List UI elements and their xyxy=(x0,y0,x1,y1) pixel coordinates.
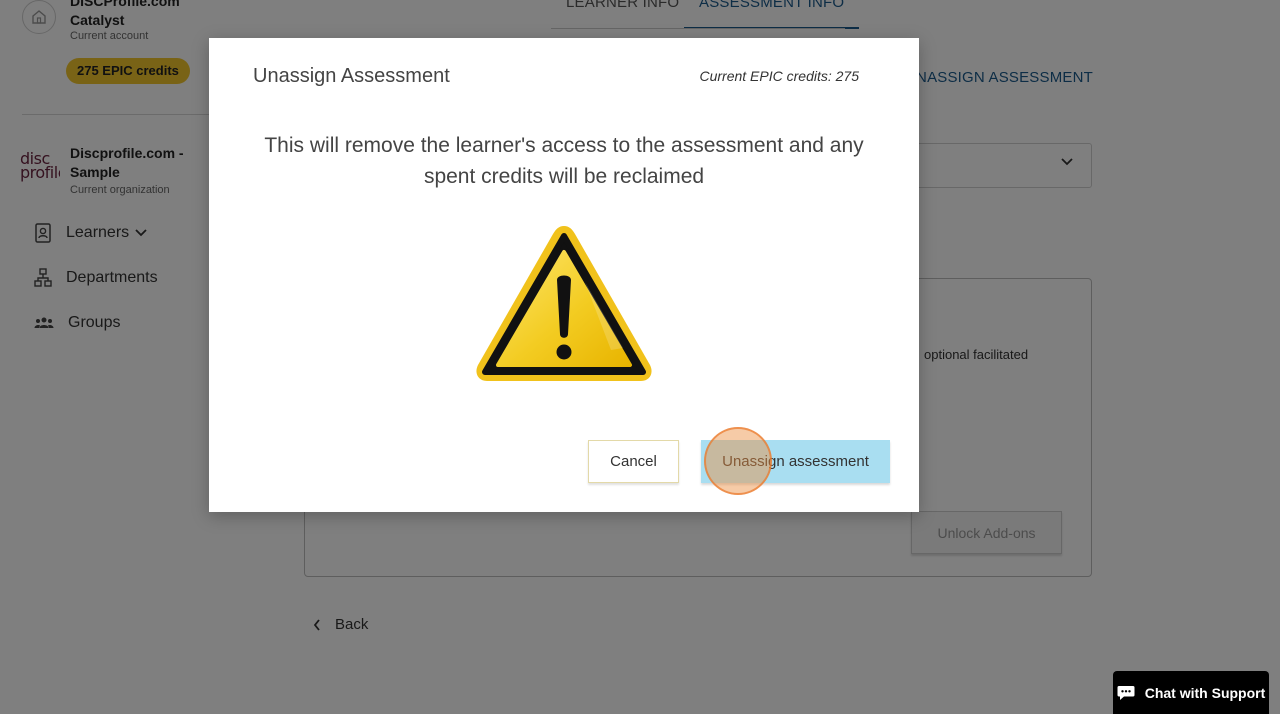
chat-label: Chat with Support xyxy=(1144,684,1266,701)
modal-credits-label: Current EPIC credits: 275 xyxy=(699,68,859,84)
modal-message: This will remove the learner's access to… xyxy=(264,134,864,188)
unassign-modal: Unassign Assessment Current EPIC credits… xyxy=(209,38,919,512)
chat-bubble-icon xyxy=(1117,685,1135,700)
warning-triangle-icon xyxy=(476,226,652,381)
modal-title: Unassign Assessment xyxy=(253,65,450,87)
chat-with-support-button[interactable]: Chat with Support xyxy=(1113,671,1269,714)
cancel-button[interactable]: Cancel xyxy=(588,440,679,483)
unassign-assessment-button[interactable]: Unassign assessment xyxy=(701,440,890,483)
